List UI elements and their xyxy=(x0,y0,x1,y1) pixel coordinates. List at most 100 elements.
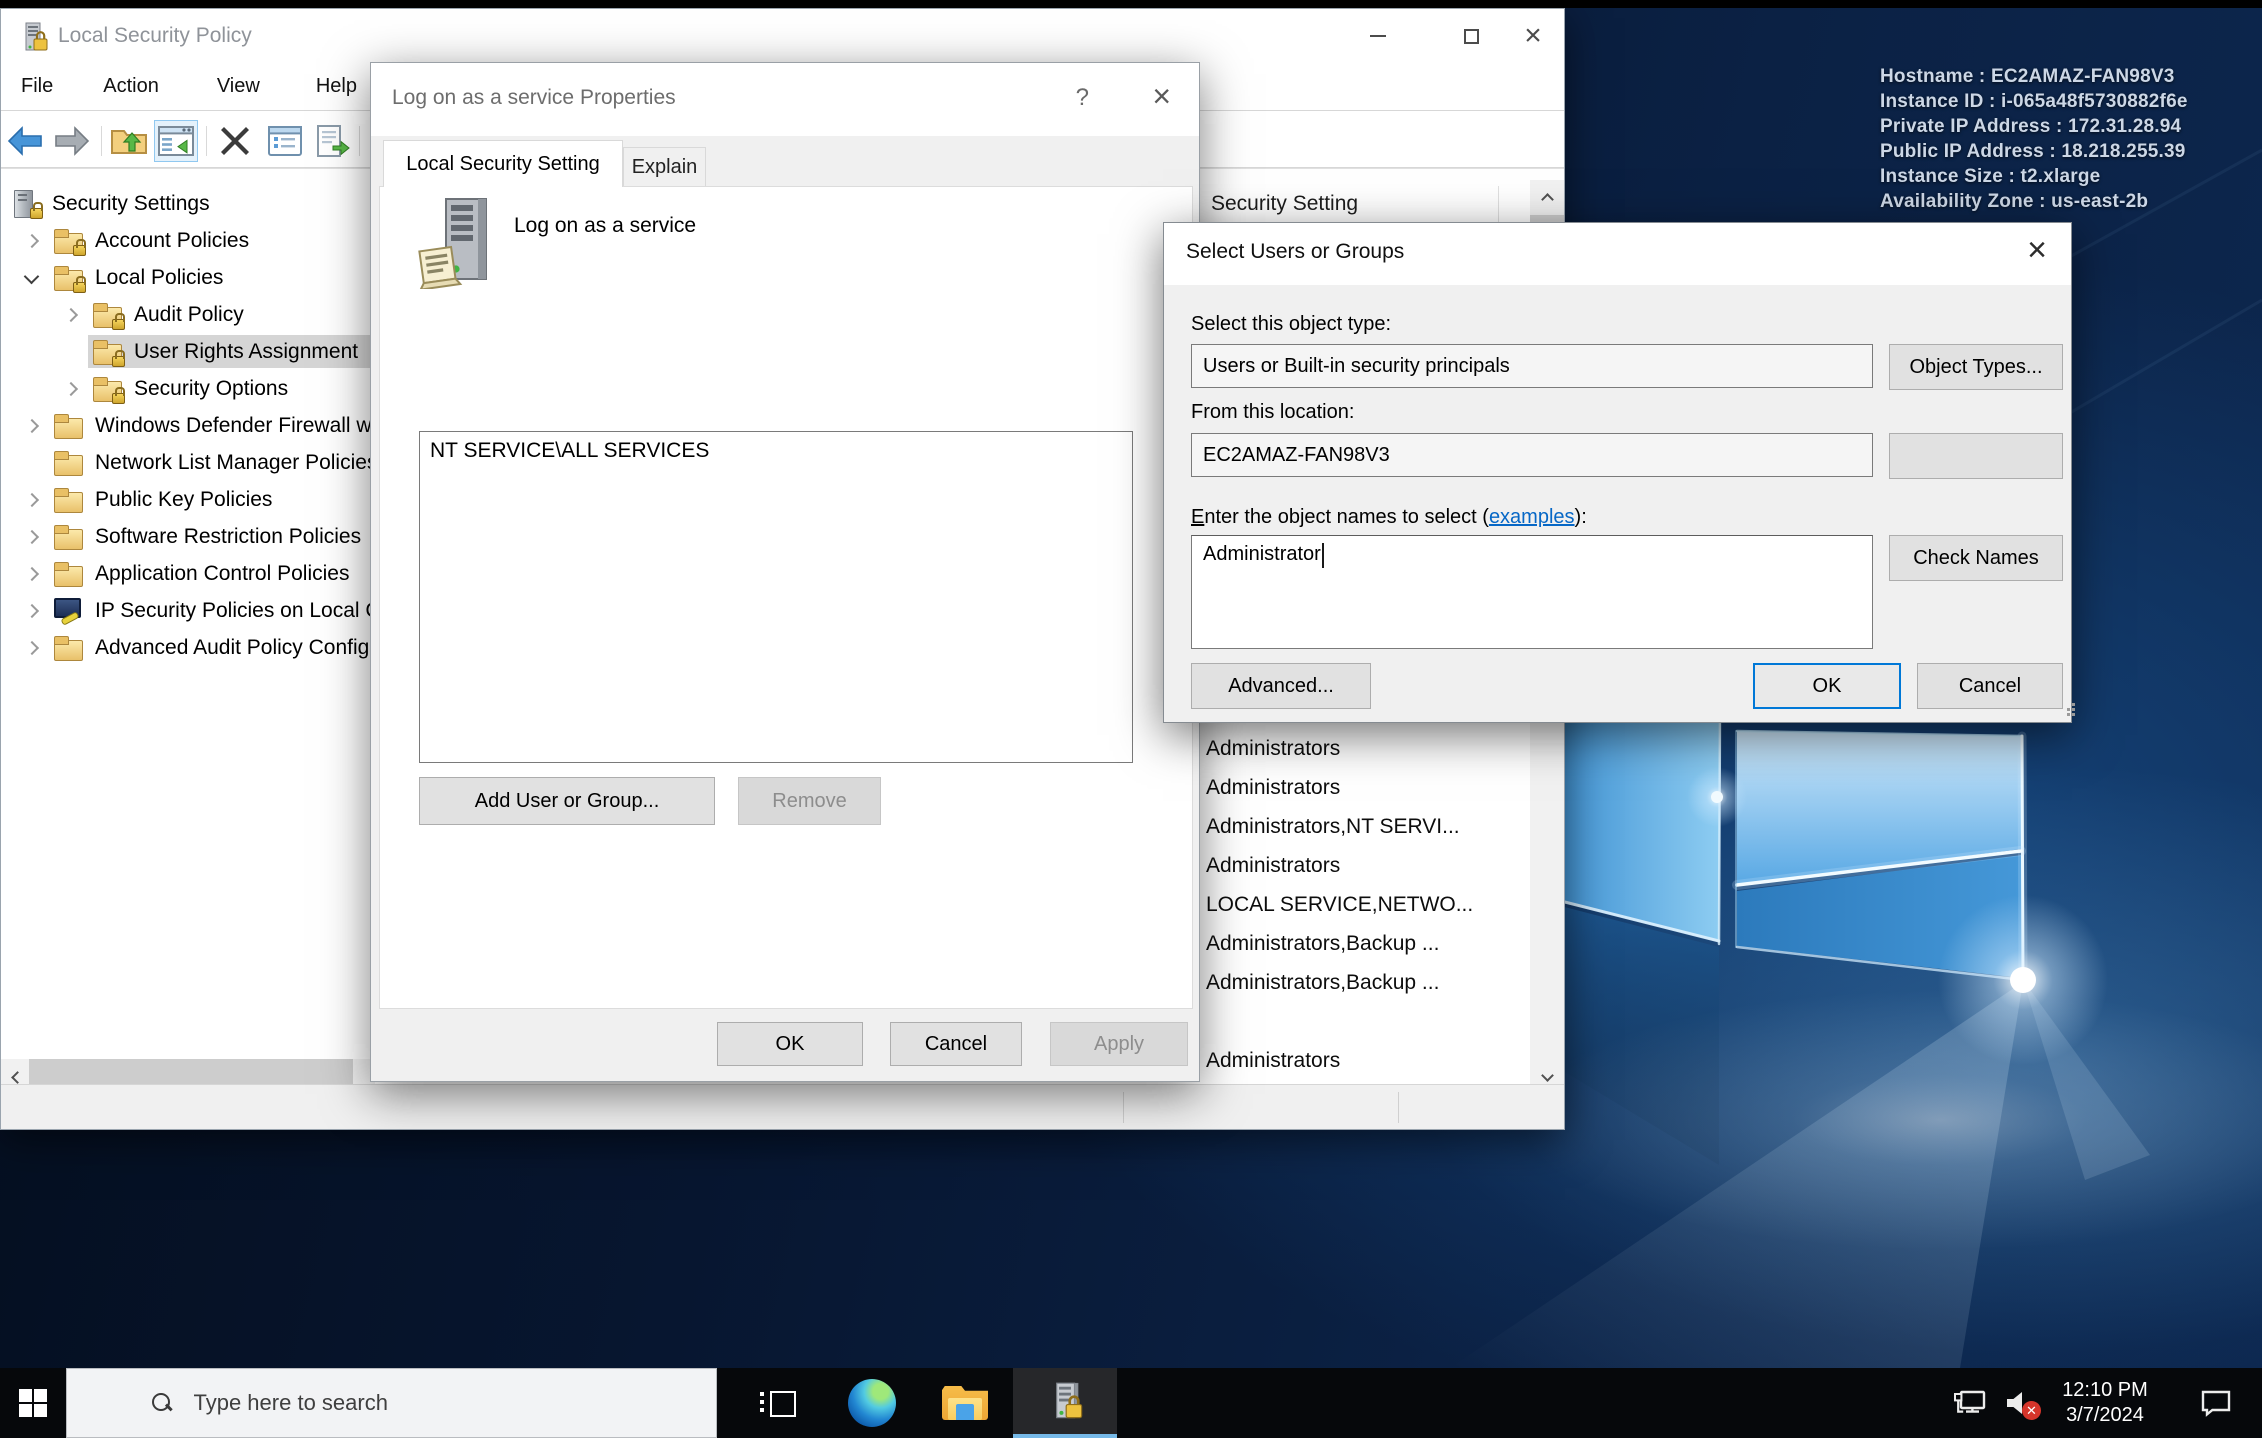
apply-button[interactable]: Apply xyxy=(1050,1022,1188,1066)
tree-item-security-options[interactable]: Security Options xyxy=(1,370,393,407)
app-server-lock-icon xyxy=(17,21,49,53)
list-row[interactable]: Administrators xyxy=(1206,768,1506,807)
forward-button[interactable] xyxy=(50,120,94,162)
list-row[interactable]: Administrators,Backup ... xyxy=(1206,963,1506,1002)
chevron-right-icon[interactable] xyxy=(15,629,49,666)
properties-button[interactable] xyxy=(263,120,307,162)
edge-browser-button[interactable] xyxy=(832,1368,912,1438)
lock-icon xyxy=(73,245,86,256)
scroll-up-button[interactable] xyxy=(1530,180,1564,215)
tree-item-public-key-policies[interactable]: Public Key Policies xyxy=(1,481,393,518)
list-row[interactable]: Administrators,NT SERVI... xyxy=(1206,807,1506,846)
object-names-textarea[interactable]: Administrator xyxy=(1191,535,1873,649)
cancel-button[interactable]: Cancel xyxy=(1917,663,2063,709)
network-tray-icon[interactable] xyxy=(1944,1368,1996,1438)
folder-lock-icon xyxy=(91,301,125,328)
delete-button[interactable] xyxy=(213,120,257,162)
menu-view[interactable]: View xyxy=(203,63,274,110)
tree-item-security-settings[interactable]: Security Settings xyxy=(1,185,393,222)
remove-button[interactable]: Remove xyxy=(738,777,881,825)
cancel-button[interactable]: Cancel xyxy=(890,1022,1022,1066)
list-row[interactable]: Administrators xyxy=(1206,729,1506,768)
folder-lock-icon xyxy=(91,375,125,402)
help-button[interactable]: ? xyxy=(1076,84,1089,112)
chevron-down-icon[interactable] xyxy=(15,259,49,296)
maximize-button[interactable] xyxy=(1440,9,1502,63)
chevron-right-icon[interactable] xyxy=(15,481,49,518)
dialog-titlebar[interactable]: Log on as a service Properties ? × xyxy=(371,63,1199,136)
menu-file[interactable]: File xyxy=(7,63,67,110)
chevron-right-icon[interactable] xyxy=(15,407,49,444)
taskbar-clock[interactable]: 12:10 PM 3/7/2024 xyxy=(2046,1368,2164,1438)
list-row[interactable] xyxy=(1206,1002,1506,1041)
list-row[interactable]: Administrators,Backup ... xyxy=(1206,924,1506,963)
check-names-button[interactable]: Check Names xyxy=(1889,535,2063,581)
add-user-or-group-button[interactable]: Add User or Group... xyxy=(419,777,715,825)
tree-item-network-list-manager[interactable]: Network List Manager Policies xyxy=(1,444,393,481)
list-row[interactable]: Administrators xyxy=(1206,846,1506,885)
file-explorer-button[interactable] xyxy=(925,1368,1005,1438)
object-types-button[interactable]: Object Types... xyxy=(1889,344,2063,390)
close-button[interactable]: × xyxy=(1152,80,1171,112)
resize-grip[interactable] xyxy=(2062,713,2065,716)
tree-item-account-policies[interactable]: Account Policies xyxy=(1,222,393,259)
chevron-right-icon[interactable] xyxy=(15,555,49,592)
tab-local-security-setting[interactable]: Local Security Setting xyxy=(383,140,623,187)
select-users-or-groups-dialog: Select Users or Groups × Select this obj… xyxy=(1163,222,2072,723)
list-row[interactable]: LOCAL SERVICE,NETWO... xyxy=(1206,885,1506,924)
column-divider[interactable] xyxy=(1498,186,1499,224)
taskbar-search[interactable] xyxy=(66,1368,717,1438)
member-item[interactable]: NT SERVICE\ALL SERVICES xyxy=(420,432,1132,463)
console-tree: Security Settings Account Policies Local… xyxy=(1,185,393,666)
location-field[interactable]: EC2AMAZ-FAN98V3 xyxy=(1191,433,1873,477)
back-button[interactable] xyxy=(3,120,47,162)
policy-name: Log on as a service xyxy=(514,214,696,238)
menu-action[interactable]: Action xyxy=(89,63,173,110)
advanced-button[interactable]: Advanced... xyxy=(1191,663,1371,709)
dialog-titlebar[interactable]: Select Users or Groups × xyxy=(1164,223,2071,285)
action-center-button[interactable] xyxy=(2186,1368,2246,1438)
tree-item-local-policies[interactable]: Local Policies xyxy=(1,259,393,296)
log-on-as-a-service-properties-dialog: Log on as a service Properties ? × Local… xyxy=(370,62,1200,1082)
column-header-security-setting[interactable]: Security Setting xyxy=(1211,192,1358,216)
close-icon[interactable]: × xyxy=(2027,233,2047,267)
tree-item-advanced-audit-policy[interactable]: Advanced Audit Policy Configuration xyxy=(1,629,393,666)
start-button[interactable] xyxy=(0,1368,66,1438)
tree-item-windows-defender-firewall[interactable]: Windows Defender Firewall with Advanced … xyxy=(1,407,393,444)
tree-item-application-control-policies[interactable]: Application Control Policies xyxy=(1,555,393,592)
info-hostname: Hostname : EC2AMAZ-FAN98V3 xyxy=(1880,64,2188,89)
status-bar xyxy=(1,1084,1564,1129)
ok-button[interactable]: OK xyxy=(1753,663,1901,709)
chevron-right-icon[interactable] xyxy=(54,370,88,407)
close-button[interactable]: × xyxy=(1502,9,1564,63)
up-one-level-button[interactable] xyxy=(107,120,151,162)
volume-muted-tray-icon[interactable]: ✕ xyxy=(1996,1368,2046,1438)
local-security-policy-taskbar-button[interactable] xyxy=(1013,1368,1117,1438)
tree-item-audit-policy[interactable]: Audit Policy xyxy=(1,296,393,333)
chevron-right-icon[interactable] xyxy=(54,296,88,333)
folder-lock-icon xyxy=(52,227,86,254)
export-list-button[interactable] xyxy=(311,120,355,162)
chevron-right-icon[interactable] xyxy=(15,592,49,629)
window-title: Local Security Policy xyxy=(58,24,252,48)
members-listbox[interactable]: NT SERVICE\ALL SERVICES xyxy=(419,431,1133,763)
ok-button[interactable]: OK xyxy=(717,1022,863,1066)
task-view-button[interactable] xyxy=(737,1368,817,1438)
examples-link[interactable]: examples xyxy=(1489,506,1575,528)
tree-item-ip-security-policies[interactable]: IP Security Policies on Local Computer xyxy=(1,592,393,629)
chevron-right-icon[interactable] xyxy=(15,222,49,259)
tab-explain[interactable]: Explain xyxy=(623,147,706,187)
search-input[interactable] xyxy=(194,1390,674,1416)
tree-item-user-rights-assignment[interactable]: User Rights Assignment xyxy=(1,333,393,370)
minimize-button[interactable] xyxy=(1347,9,1409,63)
chevron-right-icon[interactable] xyxy=(15,518,49,555)
window-titlebar[interactable]: Local Security Policy × xyxy=(1,9,1564,63)
tree-item-software-restriction-policies[interactable]: Software Restriction Policies xyxy=(1,518,393,555)
locations-button[interactable] xyxy=(1889,433,2063,479)
maximize-icon xyxy=(1464,29,1479,44)
notification-icon xyxy=(2200,1389,2232,1417)
console-tree-toggle-button[interactable] xyxy=(154,120,198,162)
object-type-field[interactable]: Users or Built-in security principals xyxy=(1191,344,1873,388)
menu-help[interactable]: Help xyxy=(302,63,371,110)
list-row[interactable]: Administrators xyxy=(1206,1041,1506,1080)
